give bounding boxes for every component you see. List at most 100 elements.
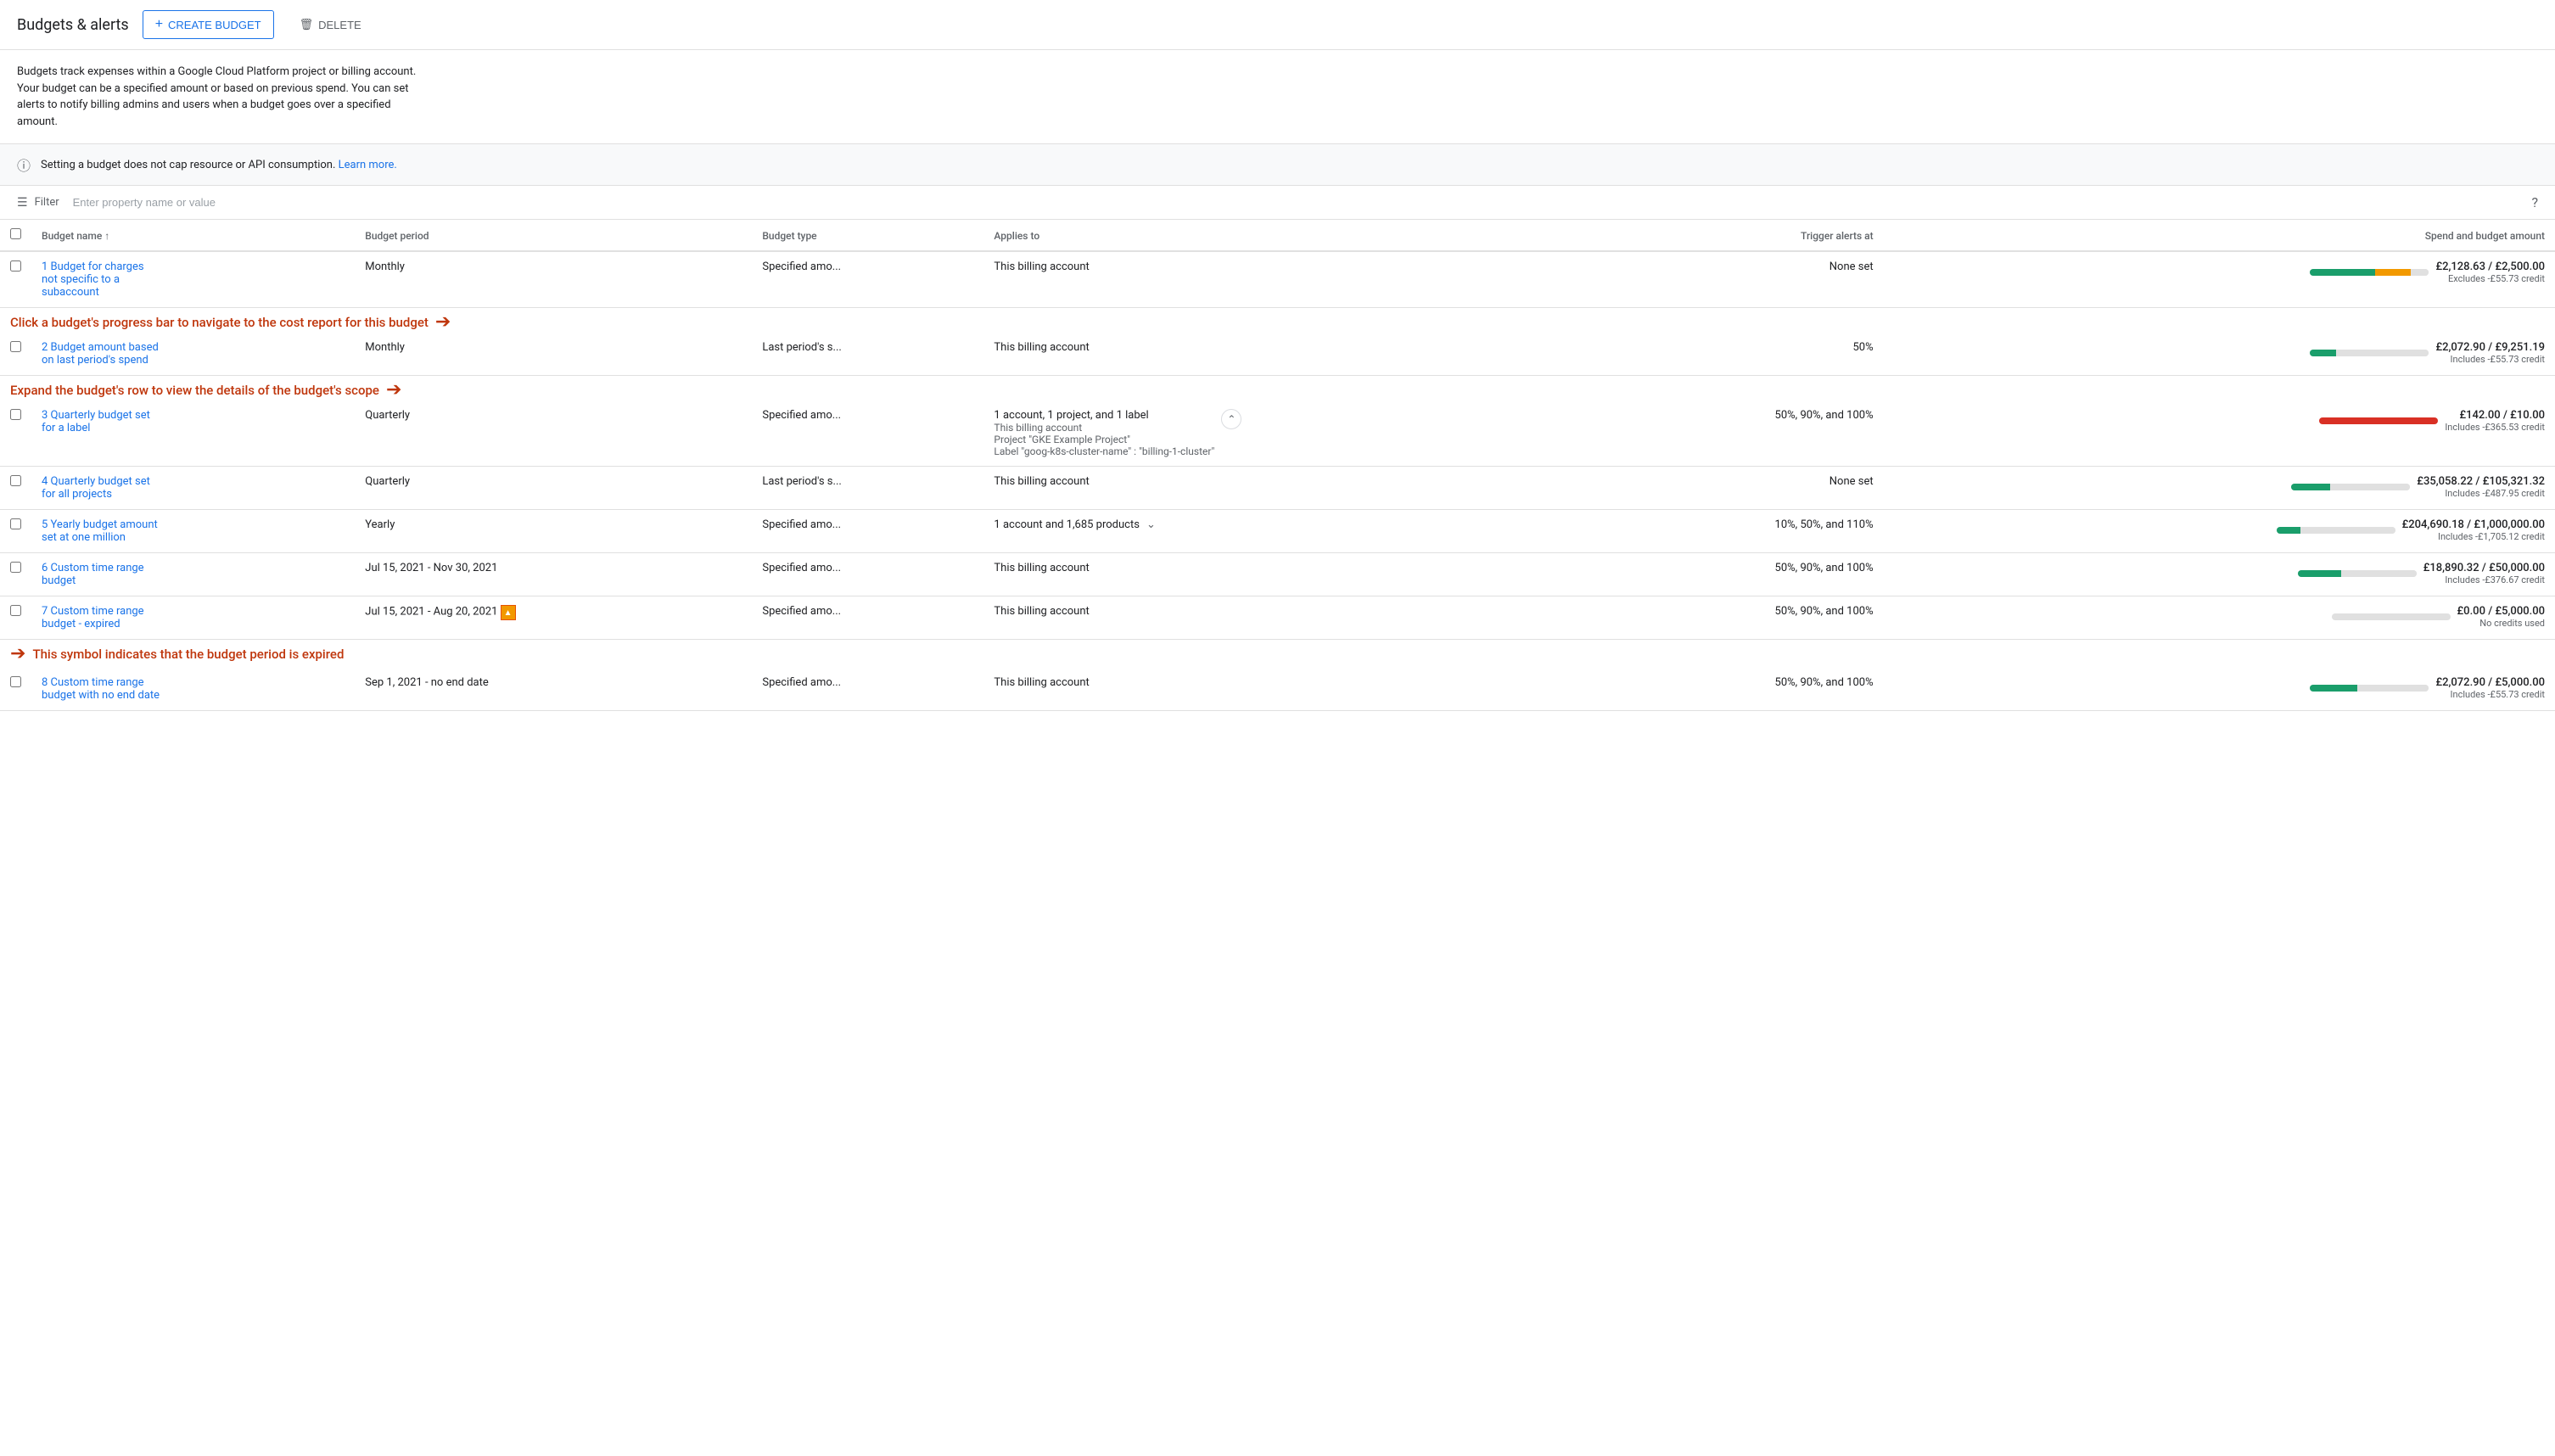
progress-bar[interactable] (2319, 417, 2438, 424)
budget-period-cell: Sep 1, 2021 - no end date (355, 668, 752, 711)
table-row: 2 Budget amount based on last period's s… (0, 333, 2555, 376)
collapse-row-button[interactable]: ⌃ (1221, 409, 1241, 429)
budget-name[interactable]: 1 Budget for charges not specific to a s… (42, 260, 160, 299)
row-checkbox-cell[interactable] (0, 596, 31, 640)
budget-name-cell: 5 Yearly budget amount set at one millio… (31, 510, 355, 553)
budget-name-cell: 7 Custom time range budget - expired (31, 596, 355, 640)
select-all-checkbox[interactable] (10, 228, 21, 239)
budget-type-cell: Specified amo... (752, 400, 983, 467)
amount-credit: Includes -£487.95 credit (2417, 488, 2545, 499)
delete-button[interactable]: 🗑 DELETE (288, 12, 373, 37)
applies-to-primary: 1 account, 1 project, and 1 label (994, 409, 1214, 422)
spend-amount-cell: £35,058.22 / £105,321.32 Includes -£487.… (1884, 467, 2555, 510)
trigger-value: None set (1829, 475, 1874, 488)
amount-main: £18,890.32 / £50,000.00 (2423, 562, 2545, 574)
applies-to-cell: This billing account (983, 553, 1607, 596)
budget-name-cell: 4 Quarterly budget set for all projects (31, 467, 355, 510)
table-row: 6 Custom time range budget Jul 15, 2021 … (0, 553, 2555, 596)
applies-to-cell: This billing account (983, 333, 1607, 376)
row-checkbox[interactable] (10, 341, 21, 352)
spend-amount-cell: £2,128.63 / £2,500.00 Excludes -£55.73 c… (1884, 251, 2555, 308)
expand-chevron[interactable]: ⌄ (1146, 518, 1156, 531)
applies-to-cell: This billing account (983, 596, 1607, 640)
row-checkbox[interactable] (10, 676, 21, 687)
progress-bar[interactable] (2277, 527, 2395, 534)
budget-period-cell: Quarterly (355, 400, 752, 467)
progress-bar[interactable] (2310, 269, 2429, 276)
filter-bar: ☰ Filter ? (0, 186, 2555, 220)
budget-type-cell: Specified amo... (752, 553, 983, 596)
row-checkbox[interactable] (10, 260, 21, 272)
applies-to-detail: Project "GKE Example Project" (994, 434, 1214, 445)
table-row: 5 Yearly budget amount set at one millio… (0, 510, 2555, 553)
col-spend-amount: Spend and budget amount (1884, 220, 2555, 251)
annotation-arrow-up: ➔ (10, 643, 25, 664)
table-row: 1 Budget for charges not specific to a s… (0, 251, 2555, 308)
amount-credit: Includes -£1,705.12 credit (2402, 531, 2545, 542)
row-checkbox-cell[interactable] (0, 510, 31, 553)
budget-name[interactable]: 6 Custom time range budget (42, 562, 160, 587)
row-checkbox[interactable] (10, 605, 21, 616)
budget-type-cell: Last period's s... (752, 333, 983, 376)
row-checkbox-cell[interactable] (0, 333, 31, 376)
trigger-alerts-cell: 50%, 90%, and 100% (1607, 553, 1884, 596)
trigger-value: 10%, 50%, and 110% (1775, 518, 1874, 531)
info-icon: ⓘ (17, 154, 31, 175)
applies-to-detail: This billing account (994, 422, 1214, 434)
amount-credit: Includes -£55.73 credit (2435, 354, 2545, 365)
create-budget-button[interactable]: + CREATE BUDGET (143, 10, 274, 39)
trigger-alerts-cell: 50% (1607, 333, 1884, 376)
annotation-arrow-right: ➔ (435, 311, 451, 333)
trigger-value: 50%, 90%, and 100% (1775, 409, 1874, 422)
amount-main: £204,690.18 / £1,000,000.00 (2402, 518, 2545, 531)
progress-bar[interactable] (2310, 685, 2429, 692)
info-banner: ⓘ Setting a budget does not cap resource… (0, 143, 2555, 186)
budget-name[interactable]: 3 Quarterly budget set for a label (42, 409, 160, 434)
row-checkbox-cell[interactable] (0, 553, 31, 596)
row-checkbox-cell[interactable] (0, 668, 31, 711)
progress-bar-annotation: Click a budget's progress bar to navigat… (10, 315, 429, 330)
trigger-alerts-cell: None set (1607, 251, 1884, 308)
row-checkbox[interactable] (10, 409, 21, 420)
budget-type-cell: Specified amo... (752, 668, 983, 711)
row-checkbox[interactable] (10, 518, 21, 529)
amount-main: £142.00 / £10.00 (2445, 409, 2545, 422)
amount-credit: Includes -£365.53 credit (2445, 422, 2545, 433)
filter-input[interactable] (73, 196, 2525, 209)
learn-more-link[interactable]: Learn more. (339, 159, 397, 171)
applies-to-primary: 1 account and 1,685 products (994, 518, 1140, 531)
trigger-alerts-cell: 50%, 90%, and 100% (1607, 596, 1884, 640)
budget-name[interactable]: 7 Custom time range budget - expired (42, 605, 160, 630)
col-trigger-alerts: Trigger alerts at (1607, 220, 1884, 251)
amount-credit: Includes -£376.67 credit (2423, 574, 2545, 585)
spend-amount-cell: £2,072.90 / £5,000.00 Includes -£55.73 c… (1884, 668, 2555, 711)
budget-name-cell: 1 Budget for charges not specific to a s… (31, 251, 355, 308)
budget-name[interactable]: 8 Custom time range budget with no end d… (42, 676, 160, 702)
applies-to-cell: 1 account and 1,685 products ⌄ (983, 510, 1607, 553)
applies-to-primary: This billing account (994, 475, 1089, 488)
row-checkbox[interactable] (10, 475, 21, 486)
select-all-checkbox-cell[interactable] (0, 220, 31, 251)
budget-name[interactable]: 4 Quarterly budget set for all projects (42, 475, 160, 501)
help-icon[interactable]: ? (2531, 194, 2538, 210)
progress-bar[interactable] (2291, 484, 2410, 490)
row-checkbox-cell[interactable] (0, 251, 31, 308)
progress-bar[interactable] (2298, 570, 2417, 577)
progress-bar[interactable] (2332, 613, 2451, 620)
trigger-alerts-cell: 10%, 50%, and 110% (1607, 510, 1884, 553)
row-checkbox-cell[interactable] (0, 400, 31, 467)
trigger-value: None set (1829, 260, 1874, 273)
applies-to-cell: This billing account (983, 251, 1607, 308)
budget-name[interactable]: 5 Yearly budget amount set at one millio… (42, 518, 160, 544)
row-checkbox[interactable] (10, 562, 21, 573)
col-budget-name[interactable]: Budget name ↑ (31, 220, 355, 251)
info-text: Setting a budget does not cap resource o… (41, 159, 397, 171)
filter-icon: ☰ (17, 196, 28, 210)
budget-name[interactable]: 2 Budget amount based on last period's s… (42, 341, 160, 367)
progress-bar[interactable] (2310, 350, 2429, 356)
row-checkbox-cell[interactable] (0, 467, 31, 510)
budget-period-cell: Jul 15, 2021 - Aug 20, 2021 ▲ (355, 596, 752, 640)
col-budget-type: Budget type (752, 220, 983, 251)
expand-row-annotation: Expand the budget's row to view the deta… (10, 383, 379, 398)
annotation-row: Click a budget's progress bar to navigat… (0, 308, 2555, 333)
